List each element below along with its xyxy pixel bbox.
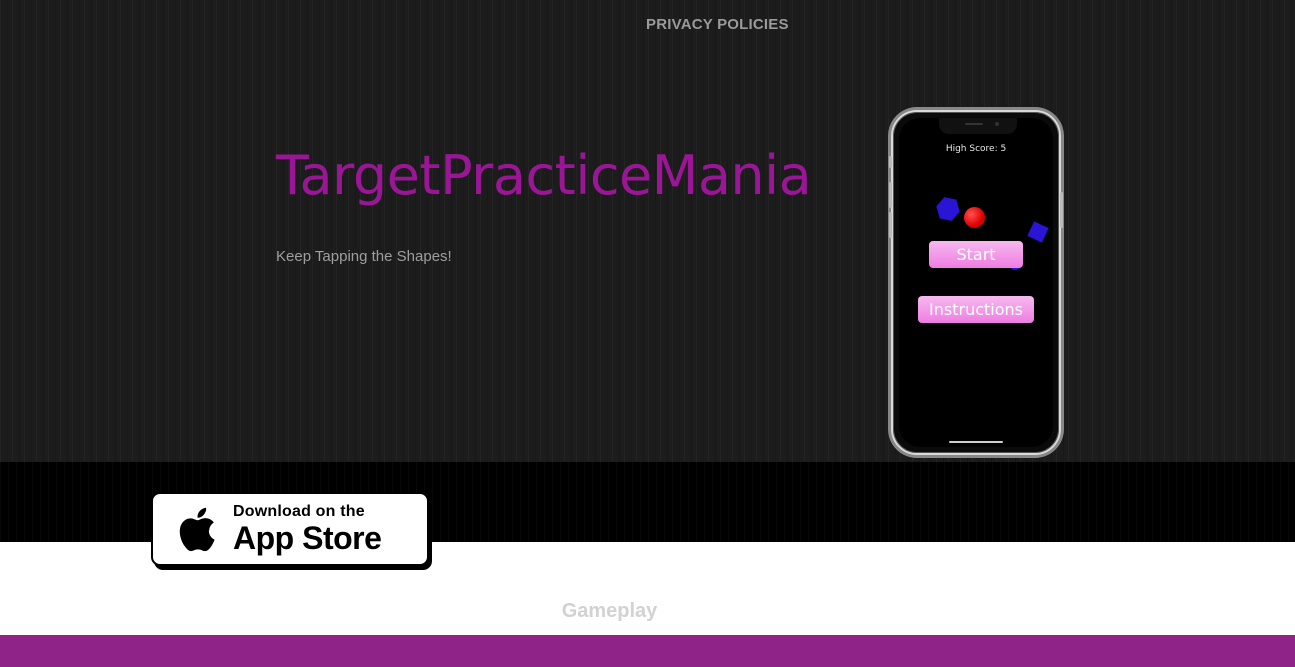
- home-indicator: [949, 441, 1003, 443]
- app-store-badge-line2: App Store: [233, 520, 382, 556]
- phone-volume-up: [889, 182, 892, 208]
- tagline: Keep Tapping the Shapes!: [276, 248, 452, 265]
- instructions-button[interactable]: Instructions: [918, 296, 1034, 323]
- speaker-icon: [965, 123, 983, 125]
- phone-volume-down: [889, 212, 892, 238]
- red-ball-target[interactable]: [964, 207, 985, 228]
- hero-section: PRIVACY POLICIES TargetPracticeMania Kee…: [0, 0, 1295, 462]
- phone-notch: [939, 118, 1017, 134]
- purple-band: [0, 635, 1295, 667]
- app-store-badge-text: Download on the App Store: [233, 503, 382, 556]
- gameplay-section-title: Gameplay: [561, 600, 658, 622]
- start-button[interactable]: Start: [929, 241, 1023, 268]
- phone-mute-switch: [889, 156, 892, 168]
- phone-power-button: [1060, 192, 1063, 228]
- apple-icon: [179, 507, 215, 552]
- high-score-label: High Score: 5: [945, 144, 1007, 154]
- app-title: TargetPracticeMania: [276, 144, 812, 207]
- phone-mockup: High Score: 5 Start Instructions: [889, 110, 1063, 455]
- privacy-policies-link[interactable]: PRIVACY POLICIES: [646, 16, 789, 33]
- cube-target[interactable]: [1027, 221, 1049, 243]
- app-store-download-button[interactable]: Download on the App Store: [151, 492, 429, 566]
- camera-icon: [995, 122, 999, 126]
- hexagon-target[interactable]: [934, 196, 962, 223]
- app-store-badge-line1: Download on the: [233, 503, 365, 520]
- phone-screen: High Score: 5 Start Instructions: [899, 118, 1053, 447]
